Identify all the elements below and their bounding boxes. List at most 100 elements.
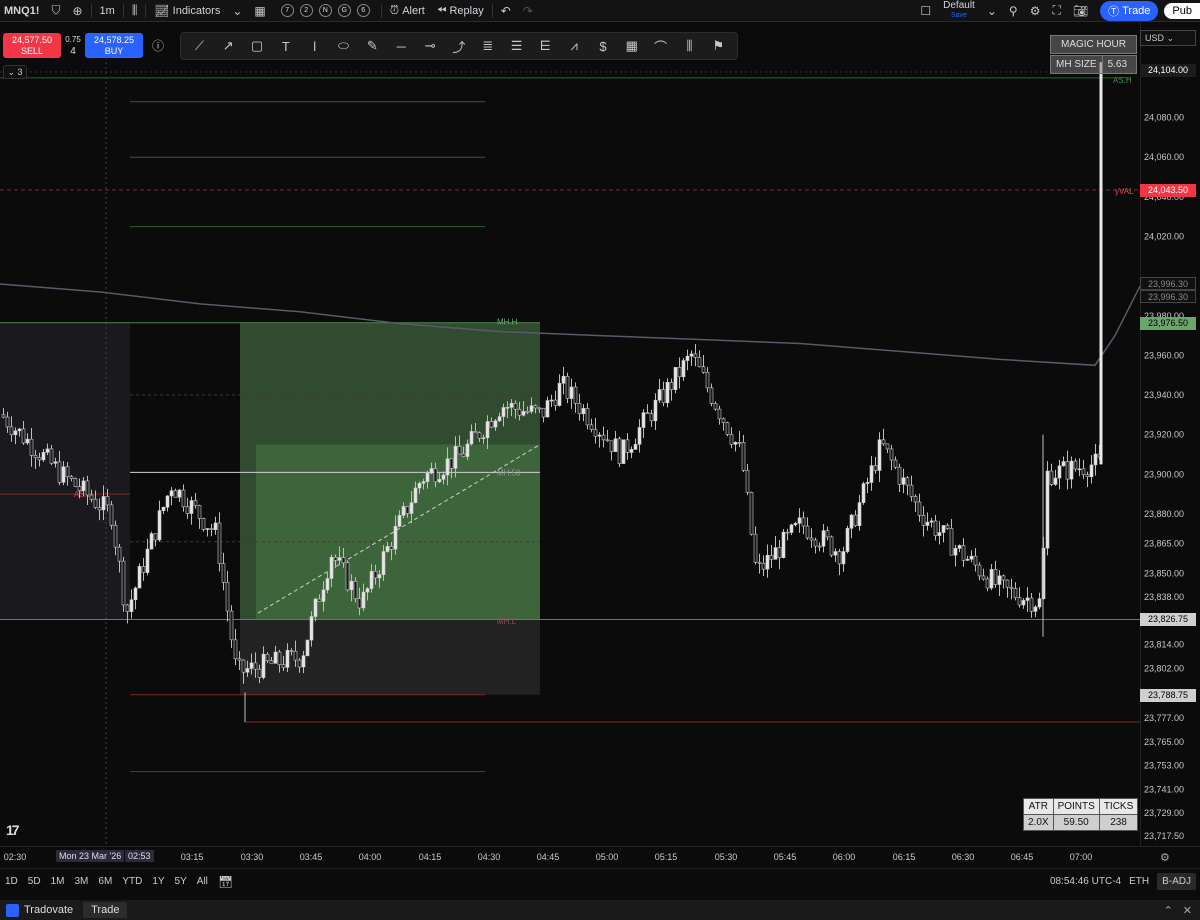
range-5d[interactable]: 5D (23, 876, 46, 887)
price-range-icon[interactable]: $ (593, 39, 613, 54)
candle-body (1061, 461, 1066, 467)
circle-button-5[interactable]: 6 (356, 4, 370, 17)
candle-body (149, 533, 154, 550)
candle-body (261, 653, 266, 678)
timeframe-button[interactable]: 1m (94, 0, 121, 22)
clock[interactable]: 08:54:46 UTC-4 (1050, 876, 1121, 887)
ray-icon[interactable]: ↗ (218, 38, 238, 54)
price-tick-label: 23,900.00 (1144, 469, 1184, 479)
candle-body (985, 578, 990, 589)
magic-hour-table: MAGIC HOUR MH SIZE 5.63 (1050, 35, 1137, 75)
camera-icon[interactable]: 📷︎ (1067, 0, 1094, 22)
lookup-icon[interactable]: ⚲ (1003, 0, 1024, 22)
candle-body (713, 403, 718, 410)
range-1d[interactable]: 1D (0, 876, 23, 887)
bars-pattern-icon[interactable]: ⫼ (679, 38, 699, 54)
layout-grid-icon[interactable]: ▦ (248, 0, 271, 22)
expand-icon[interactable]: ⌃ (1164, 904, 1173, 917)
pattern-icon[interactable]: ⩘ (564, 38, 584, 54)
candle-body (569, 386, 574, 399)
chart-canvas[interactable]: AS.HyVALAS.LMH.HMH.50MH.L24,104.0024,080… (0, 22, 1200, 846)
mh-size-value: 5.63 (1101, 56, 1132, 73)
time-tick-label: 04:45 (536, 852, 560, 862)
indicators-button[interactable]: 📈︎ Indicators (148, 0, 226, 22)
range-5y[interactable]: 5Y (170, 876, 192, 887)
candle-body (333, 556, 338, 561)
trend-line-icon[interactable]: ⟋ (189, 38, 209, 54)
brush-icon[interactable]: ✎ (362, 38, 382, 54)
quantity-box[interactable]: 0.75 4 (64, 34, 82, 58)
toolbar-right: ☐ Default Save ⌄ ⚲ ⚙︎ ⛶ 📷︎ Ⓣ Trade Pub (914, 0, 1200, 22)
flag-icon[interactable]: ⚑ (708, 38, 728, 54)
top-toolbar: MNQ1! ⛉ ⊕ 1m ⫼ 📈︎ Indicators ⌄ ▦ 7 2 N G… (0, 0, 1200, 22)
candle-body (753, 533, 758, 563)
range-1m[interactable]: 1M (46, 876, 70, 887)
replay-button[interactable]: ⏪︎ Replay (431, 0, 490, 22)
circle-button-2[interactable]: 2 (299, 4, 313, 17)
range-3m[interactable]: 3M (70, 876, 94, 887)
parallel-channel-icon[interactable]: ☰ (507, 38, 527, 54)
candle-body (53, 461, 58, 464)
redo-icon[interactable]: ↷ (517, 0, 539, 22)
candle-body (893, 459, 898, 468)
chart-area[interactable]: AS.HyVALAS.LMH.HMH.50MH.L24,104.0024,080… (0, 22, 1200, 868)
candles-icon[interactable]: ⫼ (126, 0, 144, 22)
candle-body (993, 569, 998, 585)
publish-button[interactable]: Pub (1164, 2, 1200, 19)
candle-body (117, 546, 122, 562)
collapse-indicators-button[interactable]: ⌄ 3 (3, 65, 27, 79)
symbol-search[interactable]: MNQ1! (0, 0, 45, 22)
tradingview-logo[interactable]: 17 (6, 822, 20, 838)
undo-icon[interactable]: ↶ (495, 0, 517, 22)
shield-icon[interactable]: ⛉ (45, 0, 66, 22)
fib-retracement-icon[interactable]: ≣ (478, 38, 498, 54)
time-tick-label: 07:00 (1069, 852, 1093, 862)
price-tick-label: 23,729.00 (1144, 808, 1184, 818)
candle-body (897, 466, 902, 485)
circle-button-4[interactable]: G (337, 4, 351, 17)
range-ytd[interactable]: YTD (117, 876, 147, 887)
path-icon[interactable]: ⤴ (449, 37, 469, 56)
broker-tab[interactable]: Tradovate (0, 903, 79, 917)
ellipse-icon[interactable]: ⬭ (334, 38, 354, 54)
fib-extension-icon[interactable]: ⋿ (535, 38, 555, 54)
candle-body (701, 366, 706, 373)
trade-tab[interactable]: Trade (83, 902, 128, 918)
sell-button[interactable]: 24,577.50 SELL (3, 33, 61, 58)
layout-name-button[interactable]: Default Save (937, 0, 981, 22)
horizontal-ray-icon[interactable]: ⊸ (420, 38, 440, 54)
checkbox-icon[interactable]: ☐ (914, 0, 937, 22)
currency-label: USD (1145, 33, 1165, 43)
gear-icon[interactable]: ⚙︎ (1024, 0, 1047, 22)
alert-button[interactable]: ⏰︎ Alert (384, 0, 431, 22)
candle-body (441, 474, 446, 480)
currency-selector[interactable]: USD ⌄ (1140, 30, 1196, 46)
grid-icon[interactable]: ▦ (622, 38, 642, 54)
axis-settings-icon[interactable]: ⚙︎ (1160, 851, 1170, 864)
chevron-down-icon[interactable]: ⌄ (226, 0, 248, 22)
curve-icon[interactable]: ⌒ (651, 37, 671, 56)
session-toggle[interactable]: ETH (1129, 876, 1149, 887)
range-6m[interactable]: 6M (93, 876, 117, 887)
info-icon[interactable]: ⓘ (152, 37, 164, 54)
range-all[interactable]: All (192, 876, 213, 887)
candle-body (589, 424, 594, 430)
horizontal-line-icon[interactable]: ─ (391, 39, 411, 54)
time-axis[interactable]: 02:30 03:15 03:30 03:45 04:00 04:15 04:30 04:45… (0, 846, 1200, 868)
buy-button[interactable]: 24,578.25 BUY (85, 33, 143, 58)
rectangle-icon[interactable]: ▢ (247, 38, 267, 54)
adjustment-toggle[interactable]: B-ADJ (1157, 873, 1196, 890)
vertical-line-icon[interactable]: ǀ (305, 39, 325, 54)
trade-button[interactable]: Ⓣ Trade (1100, 0, 1159, 21)
add-symbol-icon[interactable]: ⊕ (66, 0, 88, 22)
close-icon[interactable]: ✕ (1183, 904, 1192, 917)
circle-button-1[interactable]: 7 (280, 4, 294, 17)
circle-button-3[interactable]: N (318, 4, 332, 17)
candle-body (1089, 464, 1094, 478)
calendar-icon[interactable]: 📅︎ (213, 875, 238, 889)
candle-body (449, 458, 454, 469)
text-icon[interactable]: T (276, 39, 296, 54)
fullscreen-icon[interactable]: ⛶ (1046, 0, 1066, 22)
range-1y[interactable]: 1Y (147, 876, 169, 887)
chevron-down-icon[interactable]: ⌄ (981, 0, 1003, 22)
